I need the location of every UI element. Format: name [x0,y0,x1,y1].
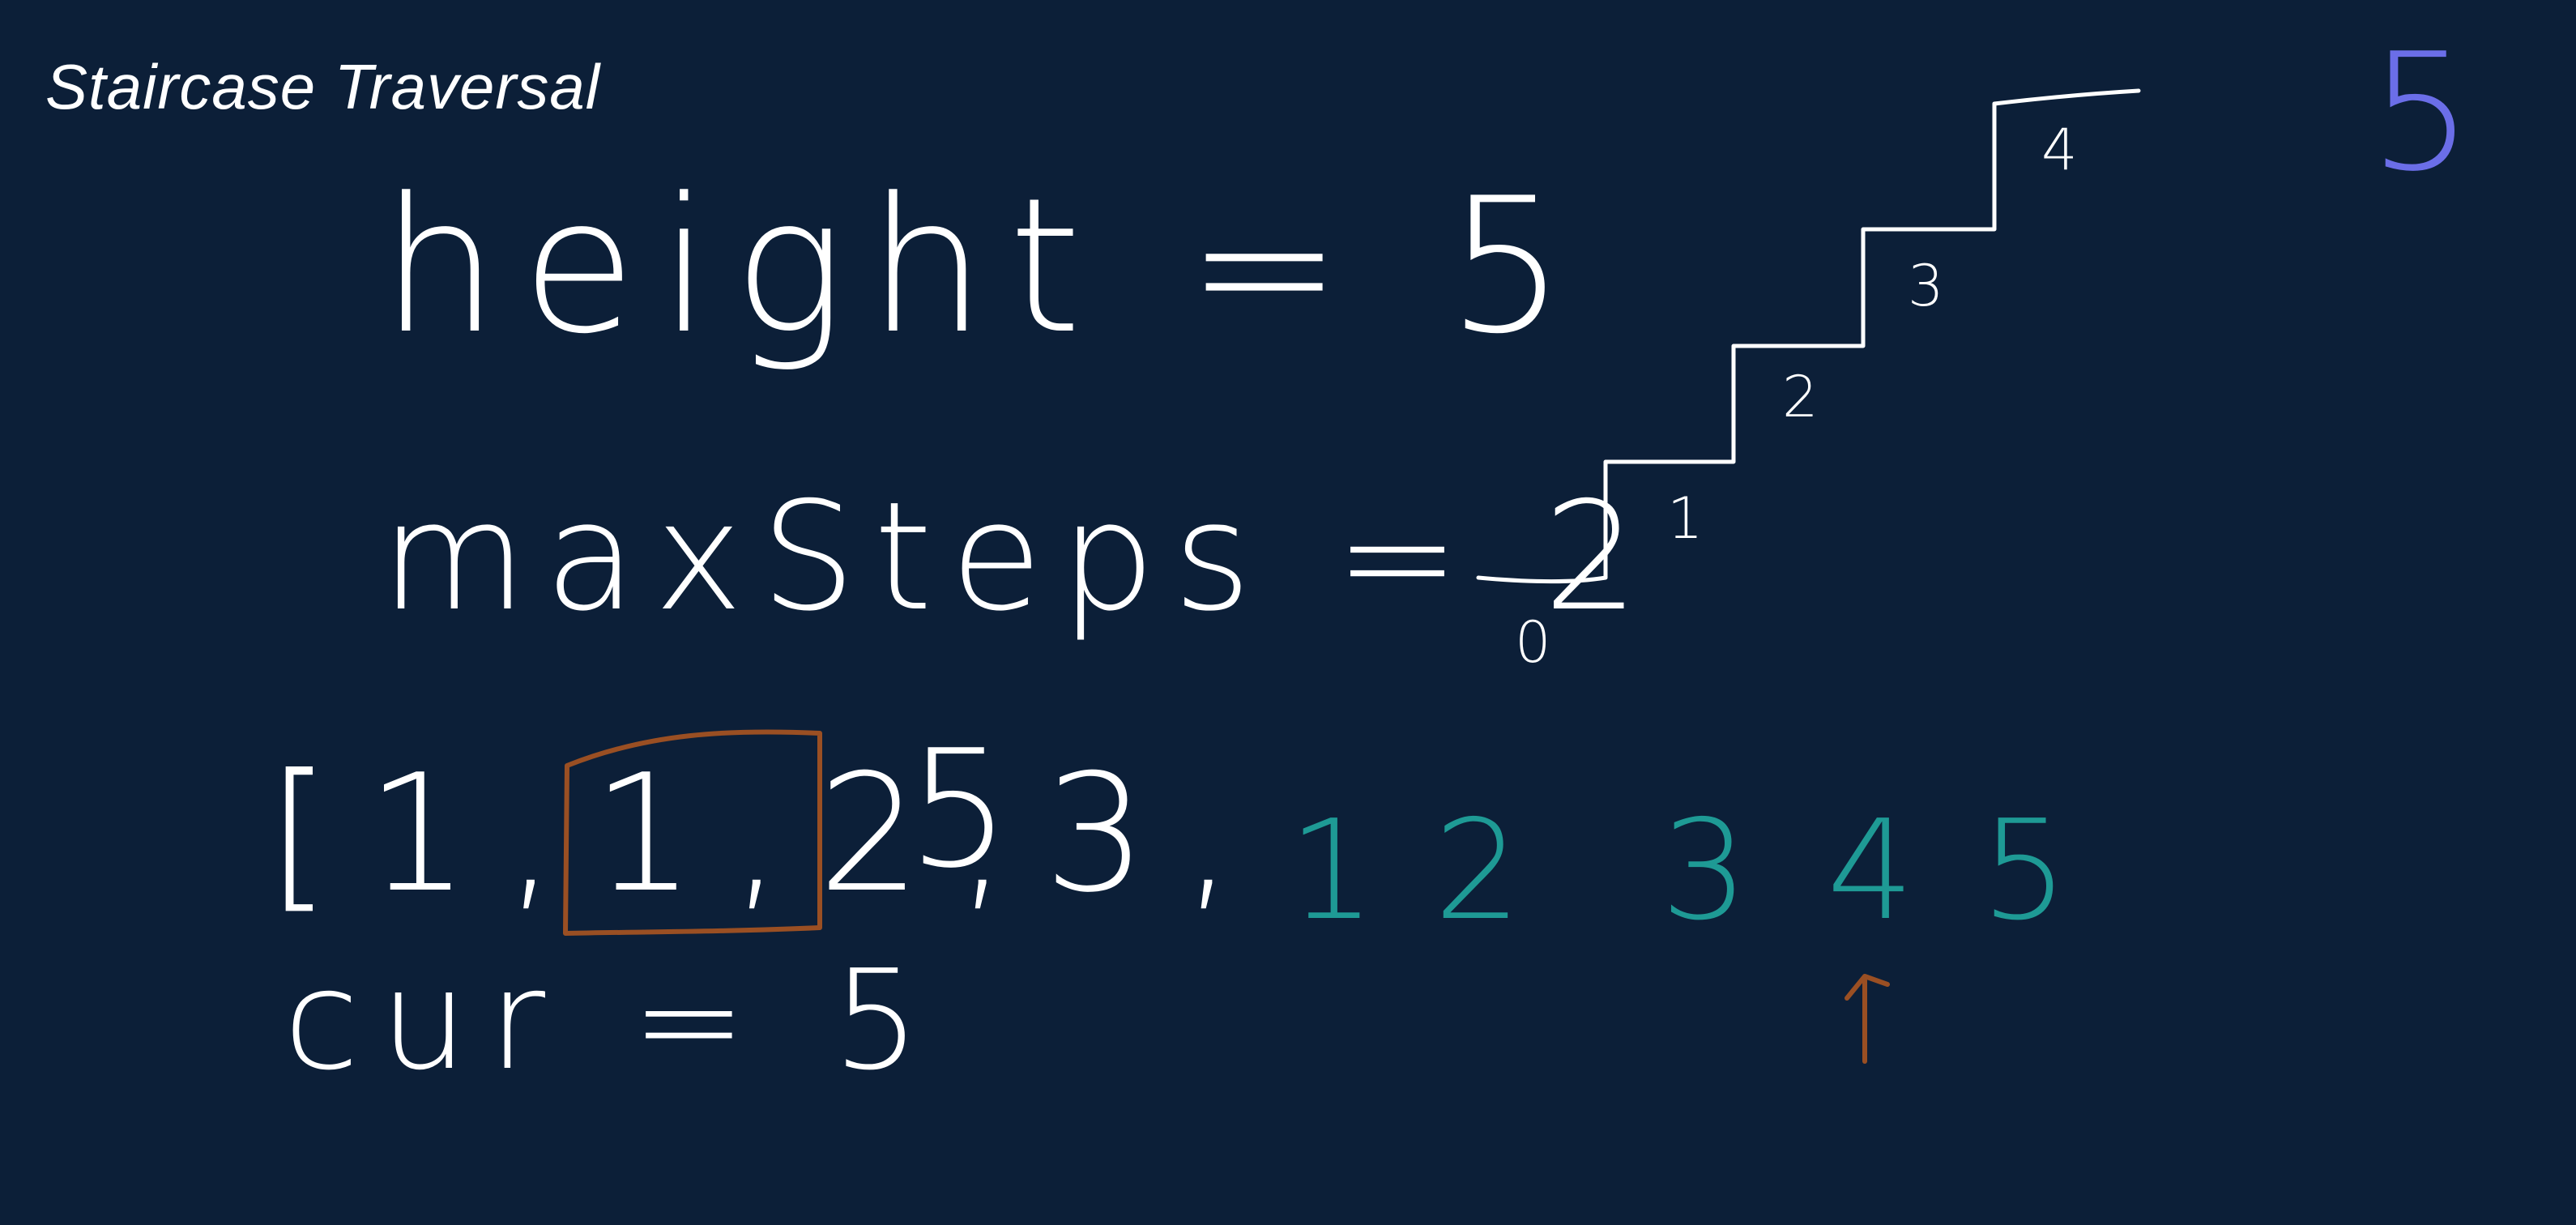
step-label: 4 [2041,117,2078,183]
staircase-outline [1476,88,2141,584]
pointer-arrow-icon [1845,974,1890,1064]
window-box [563,729,822,936]
step-label: 0 [1515,609,1551,676]
staircase-diagram [563,88,2141,1064]
step-label: 1 [1667,485,1704,552]
step-label: 3 [1908,253,1944,319]
step-label: 2 [1782,364,1819,430]
